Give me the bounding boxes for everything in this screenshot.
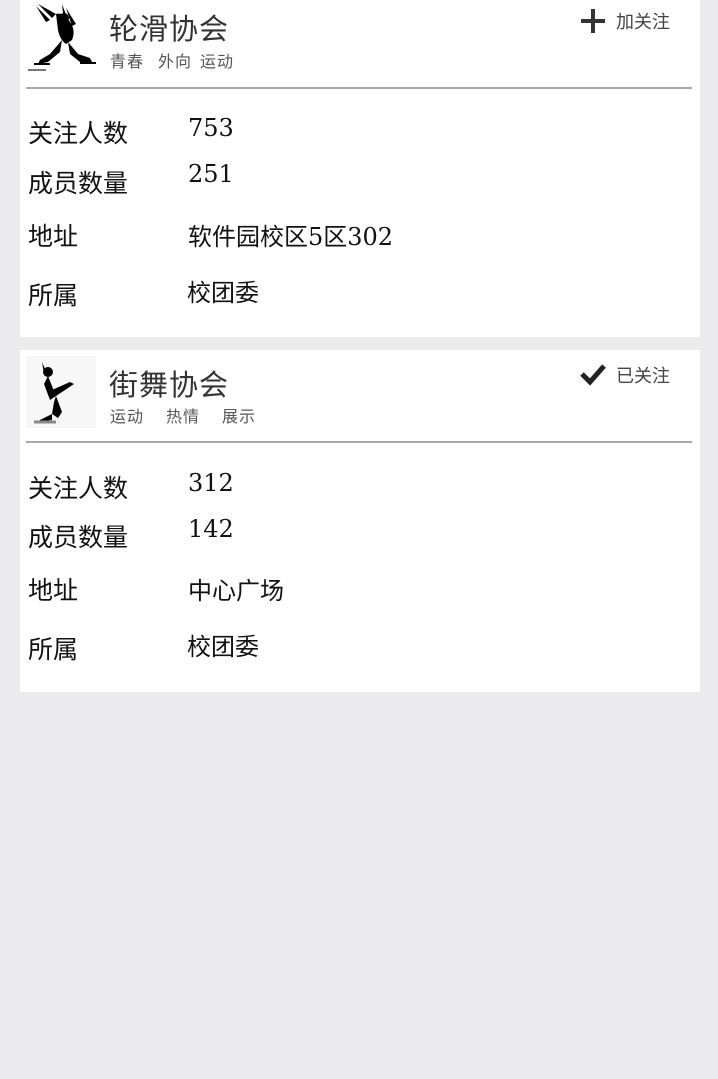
field-value: 753 [188, 114, 234, 142]
club-name: 轮滑协会 [109, 12, 230, 46]
club-card[interactable]: 轮滑协会 青春 外向 运动 加关注 关注人数 753 成员数量 251 地址 软件园… [20, 0, 700, 337]
info-row-address: 地址 中心广场 [28, 571, 692, 605]
field-value: 校团委 [187, 279, 259, 307]
check-icon [580, 362, 606, 388]
info-row-followers: 关注人数 312 [28, 469, 692, 503]
field-label: 成员数量 [28, 523, 129, 552]
info-row-members: 成员数量 251 [28, 160, 692, 198]
followed-button[interactable]: 已关注 [580, 362, 670, 388]
field-value: 校团委 [187, 633, 259, 661]
club-name: 街舞协会 [109, 368, 230, 402]
field-value: 251 [188, 160, 234, 188]
info-row-affiliation: 所属 校团委 [28, 630, 692, 664]
divider [26, 441, 692, 443]
field-label: 所属 [28, 635, 79, 664]
club-tag: 热情 [166, 407, 201, 426]
info-row-members: 成员数量 142 [28, 515, 692, 552]
club-tag: 青春 [110, 52, 145, 71]
club-card[interactable]: 街舞协会 运动 热情 展示 已关注 关注人数 312 成员数量 142 地址 中心广… [20, 350, 700, 692]
field-label: 关注人数 [28, 474, 129, 503]
field-label: 地址 [28, 576, 79, 605]
club-tag: 展示 [222, 407, 257, 426]
plus-icon [580, 8, 606, 34]
club-tag: 运动 [200, 52, 235, 71]
field-label: 所属 [28, 281, 79, 310]
club-tag: 运动 [110, 407, 145, 426]
field-value: 中心广场 [188, 577, 284, 605]
follow-label: 已关注 [616, 366, 670, 387]
club-tag: 外向 [158, 52, 193, 71]
divider [26, 87, 692, 89]
follow-label: 加关注 [616, 12, 670, 33]
info-row-address: 地址 软件园校区5区302 [28, 217, 692, 251]
field-label: 地址 [28, 222, 79, 251]
club-tags: 青春 外向 运动 [110, 48, 234, 72]
dancer-silhouette-icon [26, 356, 96, 428]
follow-button[interactable]: 加关注 [580, 8, 670, 34]
field-label: 成员数量 [28, 169, 129, 198]
field-value: 312 [188, 469, 234, 497]
field-label: 关注人数 [28, 119, 129, 148]
club-tags: 运动 热情 展示 [110, 403, 256, 427]
skater-silhouette-icon [26, 0, 100, 74]
field-value: 142 [188, 515, 234, 543]
info-row-followers: 关注人数 753 [28, 114, 692, 148]
field-value: 软件园校区5区302 [188, 223, 394, 251]
info-row-affiliation: 所属 校团委 [28, 276, 692, 310]
